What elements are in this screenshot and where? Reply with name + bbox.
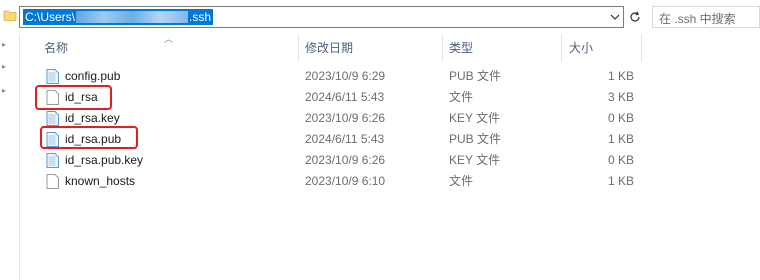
file-name: config.pub bbox=[65, 69, 121, 83]
file-type: PUB 文件 bbox=[449, 132, 502, 146]
address-bar[interactable]: C:\Users\ .ssh bbox=[19, 6, 624, 28]
column-header: ︿ 名称 修改日期 类型 大小 bbox=[20, 34, 760, 62]
column-divider[interactable] bbox=[442, 34, 443, 62]
file-date: 2023/10/9 6:26 bbox=[305, 153, 386, 167]
sort-ascending-icon: ︿ bbox=[164, 34, 174, 44]
blank-file-icon bbox=[46, 174, 59, 189]
file-size: 0 KB bbox=[607, 111, 634, 125]
search-input[interactable]: 在 .ssh 中搜索 bbox=[652, 6, 760, 28]
address-path-suffix: .ssh bbox=[189, 10, 212, 24]
file-date: 2023/10/9 6:26 bbox=[305, 111, 386, 125]
file-row[interactable]: known_hosts 2023/10/9 6:10 文件 1 KB bbox=[20, 171, 760, 192]
redacted-username bbox=[76, 11, 189, 23]
column-header-size[interactable]: 大小 bbox=[569, 34, 593, 62]
collapse-arrow-icon[interactable]: ▸ bbox=[2, 40, 10, 50]
address-path-selection[interactable]: C:\Users\ .ssh bbox=[23, 9, 214, 25]
column-divider[interactable] bbox=[641, 34, 642, 62]
file-date: 2024/6/11 5:43 bbox=[305, 132, 385, 146]
refresh-icon[interactable] bbox=[626, 6, 644, 28]
file-type: 文件 bbox=[449, 90, 474, 104]
collapse-arrow-icon[interactable]: ▸ bbox=[2, 62, 10, 72]
highlight-box bbox=[35, 85, 112, 110]
file-type: 文件 bbox=[449, 174, 474, 188]
key-file-icon bbox=[46, 111, 59, 126]
file-type: KEY 文件 bbox=[449, 153, 501, 167]
column-header-name[interactable]: 名称 bbox=[44, 34, 68, 62]
file-row[interactable]: id_rsa 2024/6/11 5:43 文件 3 KB bbox=[20, 85, 760, 110]
file-row[interactable]: config.pub 2023/10/9 6:29 PUB 文件 1 KB bbox=[20, 66, 760, 87]
file-size: 0 KB bbox=[607, 153, 634, 167]
column-header-date[interactable]: 修改日期 bbox=[305, 34, 353, 62]
address-bar-row: C:\Users\ .ssh 在 .ssh 中搜索 bbox=[0, 0, 760, 34]
file-size: 1 KB bbox=[607, 174, 634, 188]
file-size: 1 KB bbox=[607, 132, 634, 146]
file-size: 3 KB bbox=[607, 90, 634, 104]
file-date: 2023/10/9 6:10 bbox=[305, 174, 386, 188]
collapse-arrow-icon[interactable]: ▸ bbox=[2, 86, 10, 96]
search-placeholder: 在 .ssh 中搜索 bbox=[659, 12, 736, 26]
key-file-icon bbox=[46, 153, 59, 168]
chevron-down-icon[interactable] bbox=[606, 6, 624, 28]
highlight-box bbox=[40, 126, 138, 149]
folder-icon bbox=[3, 10, 17, 21]
file-type: KEY 文件 bbox=[449, 111, 501, 125]
file-name: known_hosts bbox=[65, 174, 136, 188]
file-size: 1 KB bbox=[607, 69, 634, 83]
file-type: PUB 文件 bbox=[449, 69, 502, 83]
file-date: 2023/10/9 6:29 bbox=[305, 69, 386, 83]
file-row[interactable]: id_rsa.pub 2024/6/11 5:43 PUB 文件 1 KB bbox=[20, 126, 760, 150]
file-list: config.pub 2023/10/9 6:29 PUB 文件 1 KB id… bbox=[20, 66, 760, 192]
column-divider[interactable] bbox=[298, 34, 299, 62]
pub-file-icon bbox=[46, 69, 59, 84]
file-name: id_rsa.pub.key bbox=[65, 153, 144, 167]
file-row[interactable]: id_rsa.pub.key 2023/10/9 6:26 KEY 文件 0 K… bbox=[20, 150, 760, 171]
address-path-prefix: C:\Users\ bbox=[25, 10, 76, 24]
file-date: 2024/6/11 5:43 bbox=[305, 90, 385, 104]
column-divider[interactable] bbox=[561, 34, 562, 62]
navigation-pane-edge: ▸ ▸ ▸ bbox=[0, 34, 20, 280]
column-header-type[interactable]: 类型 bbox=[449, 34, 473, 62]
